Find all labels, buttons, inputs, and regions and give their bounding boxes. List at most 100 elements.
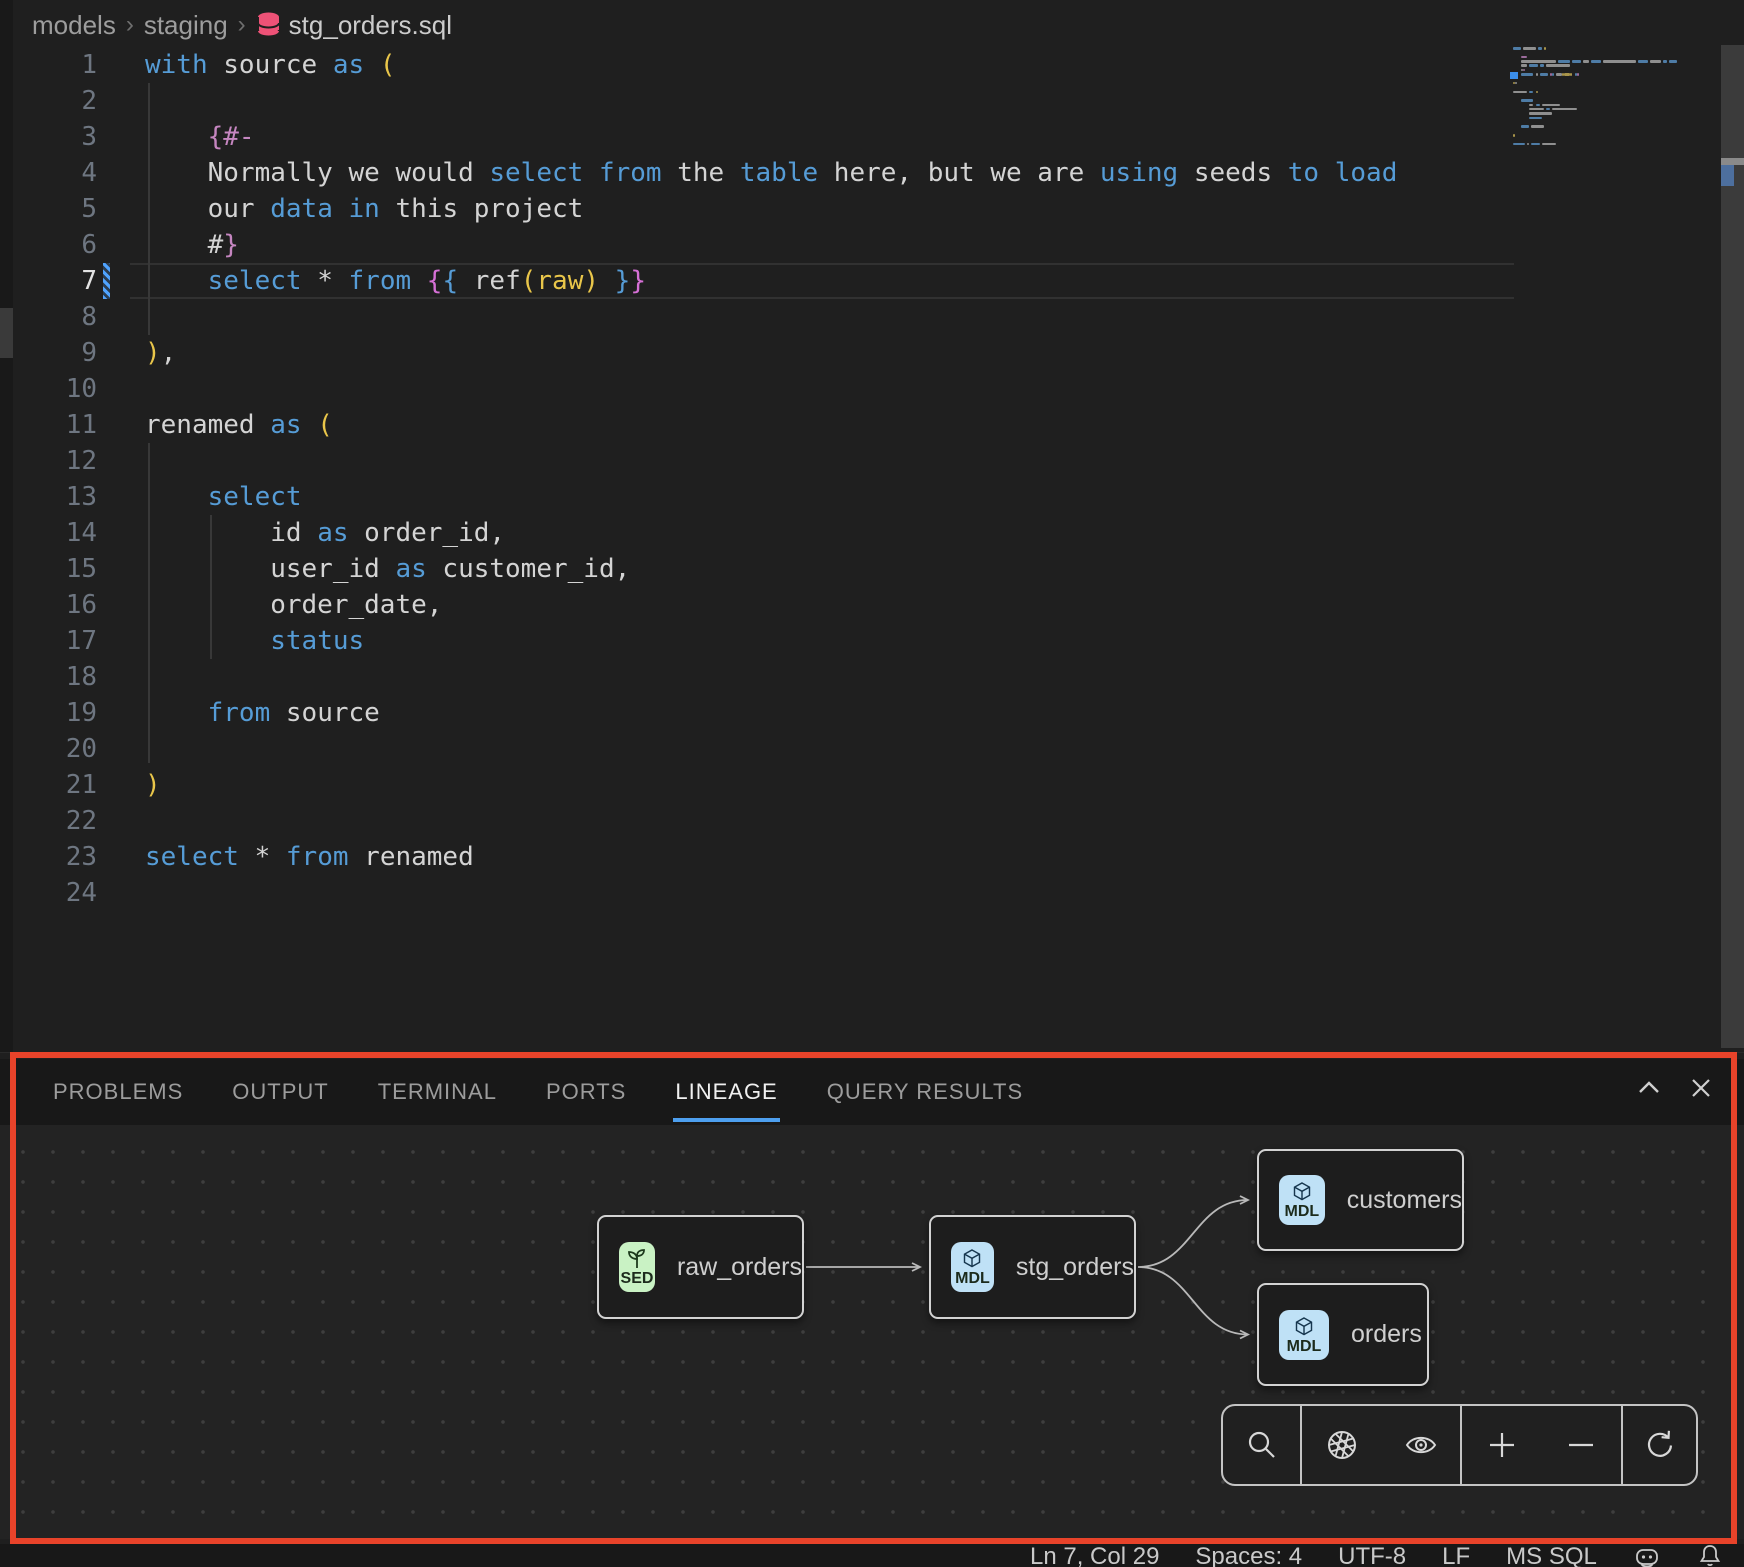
line-number: 16: [0, 587, 97, 623]
close-icon: [1688, 1075, 1714, 1101]
aperture-icon[interactable]: [1325, 1428, 1359, 1462]
line-number: 2: [0, 83, 97, 119]
line-number: 7: [0, 263, 97, 299]
eye-icon[interactable]: [1404, 1428, 1438, 1462]
node-badge: MDL: [951, 1242, 994, 1292]
code-line: 11renamed as (: [0, 407, 1744, 443]
minimap[interactable]: [1513, 47, 1718, 187]
code-line: 3 {#-: [0, 119, 1744, 155]
status-item-spaces-4[interactable]: Spaces: 4: [1195, 1543, 1302, 1567]
line-number: 17: [0, 623, 97, 659]
line-number: 23: [0, 839, 97, 875]
code-line: 20: [0, 731, 1744, 767]
breadcrumb: models › staging › stg_orders.sql: [32, 8, 452, 42]
lineage-node-orders[interactable]: MDL orders: [1257, 1283, 1429, 1386]
lineage-toolbar: [1221, 1404, 1698, 1486]
code-line: 7 select * from {{ ref(raw) }}: [0, 263, 1744, 299]
line-number: 20: [0, 731, 97, 767]
line-number: 6: [0, 227, 97, 263]
code-line: 15 user_id as customer_id,: [0, 551, 1744, 587]
status-item-ms-sql[interactable]: MS SQL: [1506, 1543, 1597, 1567]
copilot-icon[interactable]: [1633, 1543, 1661, 1567]
status-item-ln-7-col-29[interactable]: Ln 7, Col 29: [1030, 1543, 1159, 1567]
code-line: 21): [0, 767, 1744, 803]
editor-pane[interactable]: models › staging › stg_orders.sql 1with …: [0, 0, 1744, 1052]
minimap-modified-marker: [1510, 72, 1518, 79]
line-number: 18: [0, 659, 97, 695]
node-badge: MDL: [1279, 1310, 1329, 1360]
line-number: 14: [0, 515, 97, 551]
line-number: 3: [0, 119, 97, 155]
panel-close-button[interactable]: [1688, 1075, 1714, 1101]
breadcrumb-item-staging[interactable]: staging: [144, 10, 228, 41]
lineage-node-customers[interactable]: MDL customers: [1257, 1149, 1464, 1251]
code-line: 9),: [0, 335, 1744, 371]
chevron-up-icon: [1636, 1075, 1662, 1101]
code-line: 16 order_date,: [0, 587, 1744, 623]
node-label: raw_orders: [677, 1253, 802, 1282]
code-line: 6 #}: [0, 227, 1744, 263]
bell-icon[interactable]: [1697, 1543, 1725, 1567]
line-number: 21: [0, 767, 97, 803]
node-badge: SED: [619, 1242, 655, 1292]
code-line: 12: [0, 443, 1744, 479]
tab-query-results[interactable]: QUERY RESULTS: [827, 1059, 1023, 1125]
line-number: 13: [0, 479, 97, 515]
line-number: 15: [0, 551, 97, 587]
status-item-utf-8[interactable]: UTF-8: [1338, 1543, 1406, 1567]
editor-scrollbar[interactable]: [1721, 45, 1744, 1048]
panel-tabstrip: PROBLEMS OUTPUT TERMINAL PORTS LINEAGE QUERY …: [0, 1059, 1744, 1125]
tab-problems[interactable]: PROBLEMS: [53, 1059, 183, 1125]
code-line: 2: [0, 83, 1744, 119]
node-badge: MDL: [1279, 1175, 1325, 1225]
node-label: customers: [1347, 1186, 1462, 1215]
code-line: 19 from source: [0, 695, 1744, 731]
search-icon[interactable]: [1245, 1428, 1279, 1462]
tab-ports[interactable]: PORTS: [546, 1059, 626, 1125]
line-number: 5: [0, 191, 97, 227]
line-number: 24: [0, 875, 97, 911]
breadcrumb-file-label: stg_orders.sql: [289, 10, 452, 41]
code-line: 13 select: [0, 479, 1744, 515]
zoom-out-icon[interactable]: [1564, 1428, 1598, 1462]
code-line: 22: [0, 803, 1744, 839]
status-item-lf[interactable]: LF: [1442, 1543, 1470, 1567]
indent-guide: [148, 443, 150, 763]
refresh-icon[interactable]: [1643, 1428, 1677, 1462]
lineage-node-stg_orders[interactable]: MDL stg_orders: [929, 1215, 1136, 1319]
model-cube-icon: [960, 1247, 984, 1271]
line-number: 22: [0, 803, 97, 839]
seed-icon: [625, 1247, 649, 1271]
modified-line-indicator: [103, 263, 110, 299]
line-number: 9: [0, 335, 97, 371]
zoom-in-icon[interactable]: [1485, 1428, 1519, 1462]
code-line: 10: [0, 371, 1744, 407]
line-number: 4: [0, 155, 97, 191]
node-label: orders: [1351, 1320, 1422, 1349]
code-line: 4 Normally we would select from the tabl…: [0, 155, 1744, 191]
line-number: 19: [0, 695, 97, 731]
line-number: 11: [0, 407, 97, 443]
model-cube-icon: [1290, 1180, 1314, 1204]
panel-collapse-button[interactable]: [1636, 1075, 1662, 1101]
code-line: 18: [0, 659, 1744, 695]
code-line: 1with source as (: [0, 47, 1744, 83]
code-line: 8: [0, 299, 1744, 335]
tab-output[interactable]: OUTPUT: [232, 1059, 328, 1125]
breadcrumb-item-models[interactable]: models: [32, 10, 116, 41]
database-icon: [256, 12, 281, 39]
code-line: 23select * from renamed: [0, 839, 1744, 875]
breadcrumb-item-file[interactable]: stg_orders.sql: [256, 10, 452, 41]
model-cube-icon: [1292, 1315, 1316, 1339]
overview-ruler-band: [1721, 158, 1744, 165]
code-line: 24: [0, 875, 1744, 911]
vscode-window: models › staging › stg_orders.sql 1with …: [0, 0, 1744, 1567]
breadcrumb-separator: ›: [238, 11, 246, 39]
tab-lineage[interactable]: LINEAGE: [675, 1059, 777, 1125]
code-line: 17 status: [0, 623, 1744, 659]
lineage-node-raw_orders[interactable]: SED raw_orders: [597, 1215, 804, 1319]
code-line: 5 our data in this project: [0, 191, 1744, 227]
tab-terminal[interactable]: TERMINAL: [378, 1059, 497, 1125]
node-label: stg_orders: [1016, 1253, 1134, 1282]
status-bar: Ln 7, Col 29 Spaces: 4 UTF-8 LF MS SQL: [0, 1544, 1744, 1567]
